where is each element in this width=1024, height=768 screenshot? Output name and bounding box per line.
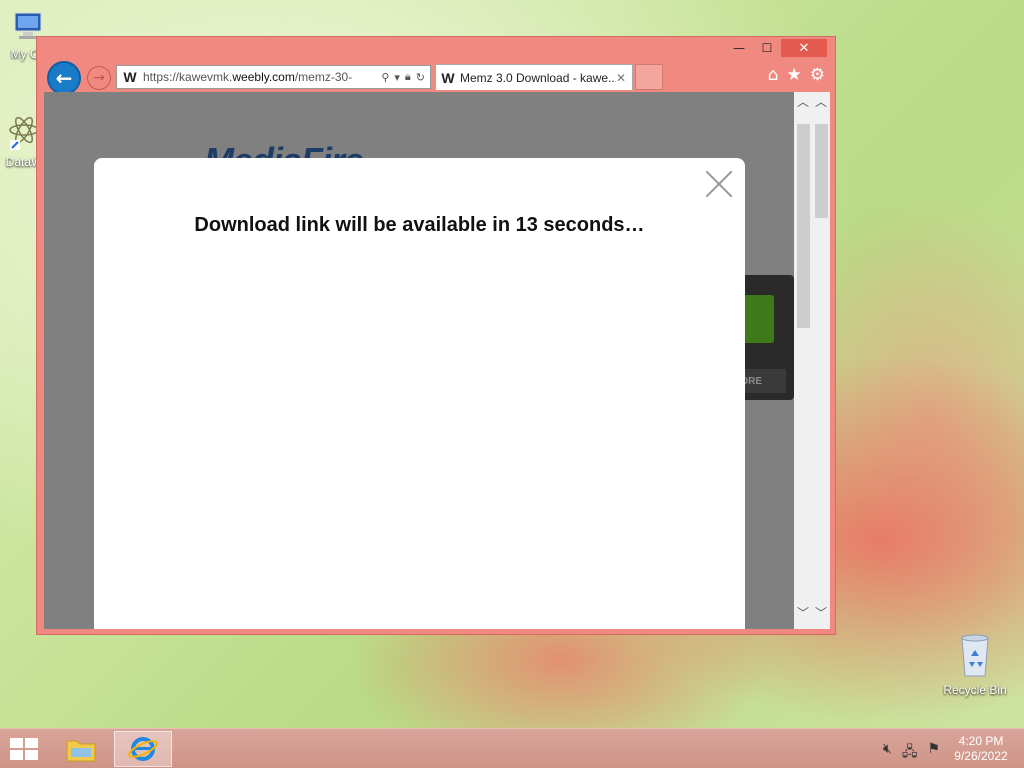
search-icon[interactable]: ⚲ [381,71,389,84]
volume-muted-icon[interactable]: 🔇︎ [883,741,892,765]
file-explorer-taskbar-button[interactable] [52,731,110,767]
clock-date: 9/26/2022 [954,749,1008,763]
tab-title: Memz 3.0 Download - kawe... [460,70,616,85]
internet-explorer-icon [128,737,158,761]
network-icon[interactable]: 🖧︎ [902,741,918,765]
desktop-icon-label: Recycle Bin [943,683,1007,697]
address-bar[interactable]: W https://kawevmk.weebly.com/memz-30- ⚲ … [116,65,431,89]
scrollbar-track-2[interactable]: ︿ ﹀ [812,92,830,629]
chevron-up-icon[interactable]: ︿ [794,92,812,110]
download-modal: Download link will be available in 13 se… [94,158,745,629]
chevron-up-icon[interactable]: ︿ [812,92,830,110]
scrollbar-thumb[interactable] [797,124,810,328]
toolbar-icons: ⌂ ★ ⚙ [768,65,825,85]
scrollbar-thumb[interactable] [815,124,828,218]
countdown-message: Download link will be available in 13 se… [194,214,645,236]
navigation-bar: ← → W https://kawevmk.weebly.com/memz-30… [45,61,829,95]
tab-memz-download[interactable]: W Memz 3.0 Download - kawe... ✕ [435,64,633,90]
maximize-button[interactable]: ☐ [753,39,781,57]
weebly-logo-icon: W [441,69,455,86]
start-button[interactable] [10,738,38,760]
settings-gear-icon[interactable]: ⚙ [810,65,825,85]
windows-logo-icon [10,738,23,748]
page-viewport: MediaFire ORE Download link will be avai… [44,92,794,629]
home-icon[interactable]: ⌂ [768,65,779,85]
tab-close-icon[interactable]: ✕ [616,71,632,85]
desktop-icon-recycle-bin[interactable]: Recycle Bin [939,632,1011,697]
new-tab-button[interactable] [635,64,663,90]
weebly-logo-icon: W [123,69,137,85]
folder-icon [66,740,96,762]
minimize-button[interactable]: — [725,39,753,57]
modal-close-icon[interactable] [705,170,733,198]
close-window-button[interactable]: ✕ [781,39,827,57]
url-path: /memz-30- [294,70,353,84]
window-controls: — ☐ ✕ [725,39,827,57]
chevron-down-icon[interactable]: ﹀ [794,603,812,621]
url-domain: weebly.com [232,70,295,84]
forward-button[interactable]: → [87,66,111,90]
refresh-icon[interactable]: ↻ [416,71,425,84]
back-button[interactable]: ← [47,61,81,95]
recycle-bin-icon [939,632,1011,681]
scrollbar-track[interactable]: ︿ ﹀ [794,92,812,629]
taskbar: 🔇︎ 🖧︎ ⚑ 4:20 PM 9/26/2022 [0,728,1024,768]
clock-time: 4:20 PM [958,734,1004,748]
address-bar-icons: ⚲ ▾ 🔒︎ ↻ [376,71,430,84]
favorites-star-icon[interactable]: ★ [787,65,802,85]
system-tray: 🔇︎ 🖧︎ ⚑ [883,741,940,765]
url-prefix: https://kawevmk. [143,70,233,84]
arrow-right-icon: → [93,70,105,86]
lock-icon[interactable]: 🔒︎ [405,71,411,84]
arrow-left-icon: ← [55,66,73,90]
address-url[interactable]: https://kawevmk.weebly.com/memz-30- [143,70,376,84]
action-center-flag-icon[interactable]: ⚑ [927,741,940,765]
internet-explorer-taskbar-button[interactable] [114,731,172,767]
dropdown-arrow-icon[interactable]: ▾ [394,71,400,84]
chevron-down-icon[interactable]: ﹀ [812,603,830,621]
scrollbar[interactable]: ︿ ﹀ ︿ ﹀ [794,92,830,629]
browser-window: — ☐ ✕ ← → W https://kawevmk.weebly.com/m… [36,36,836,635]
system-clock[interactable]: 4:20 PM 9/26/2022 [942,734,1020,764]
